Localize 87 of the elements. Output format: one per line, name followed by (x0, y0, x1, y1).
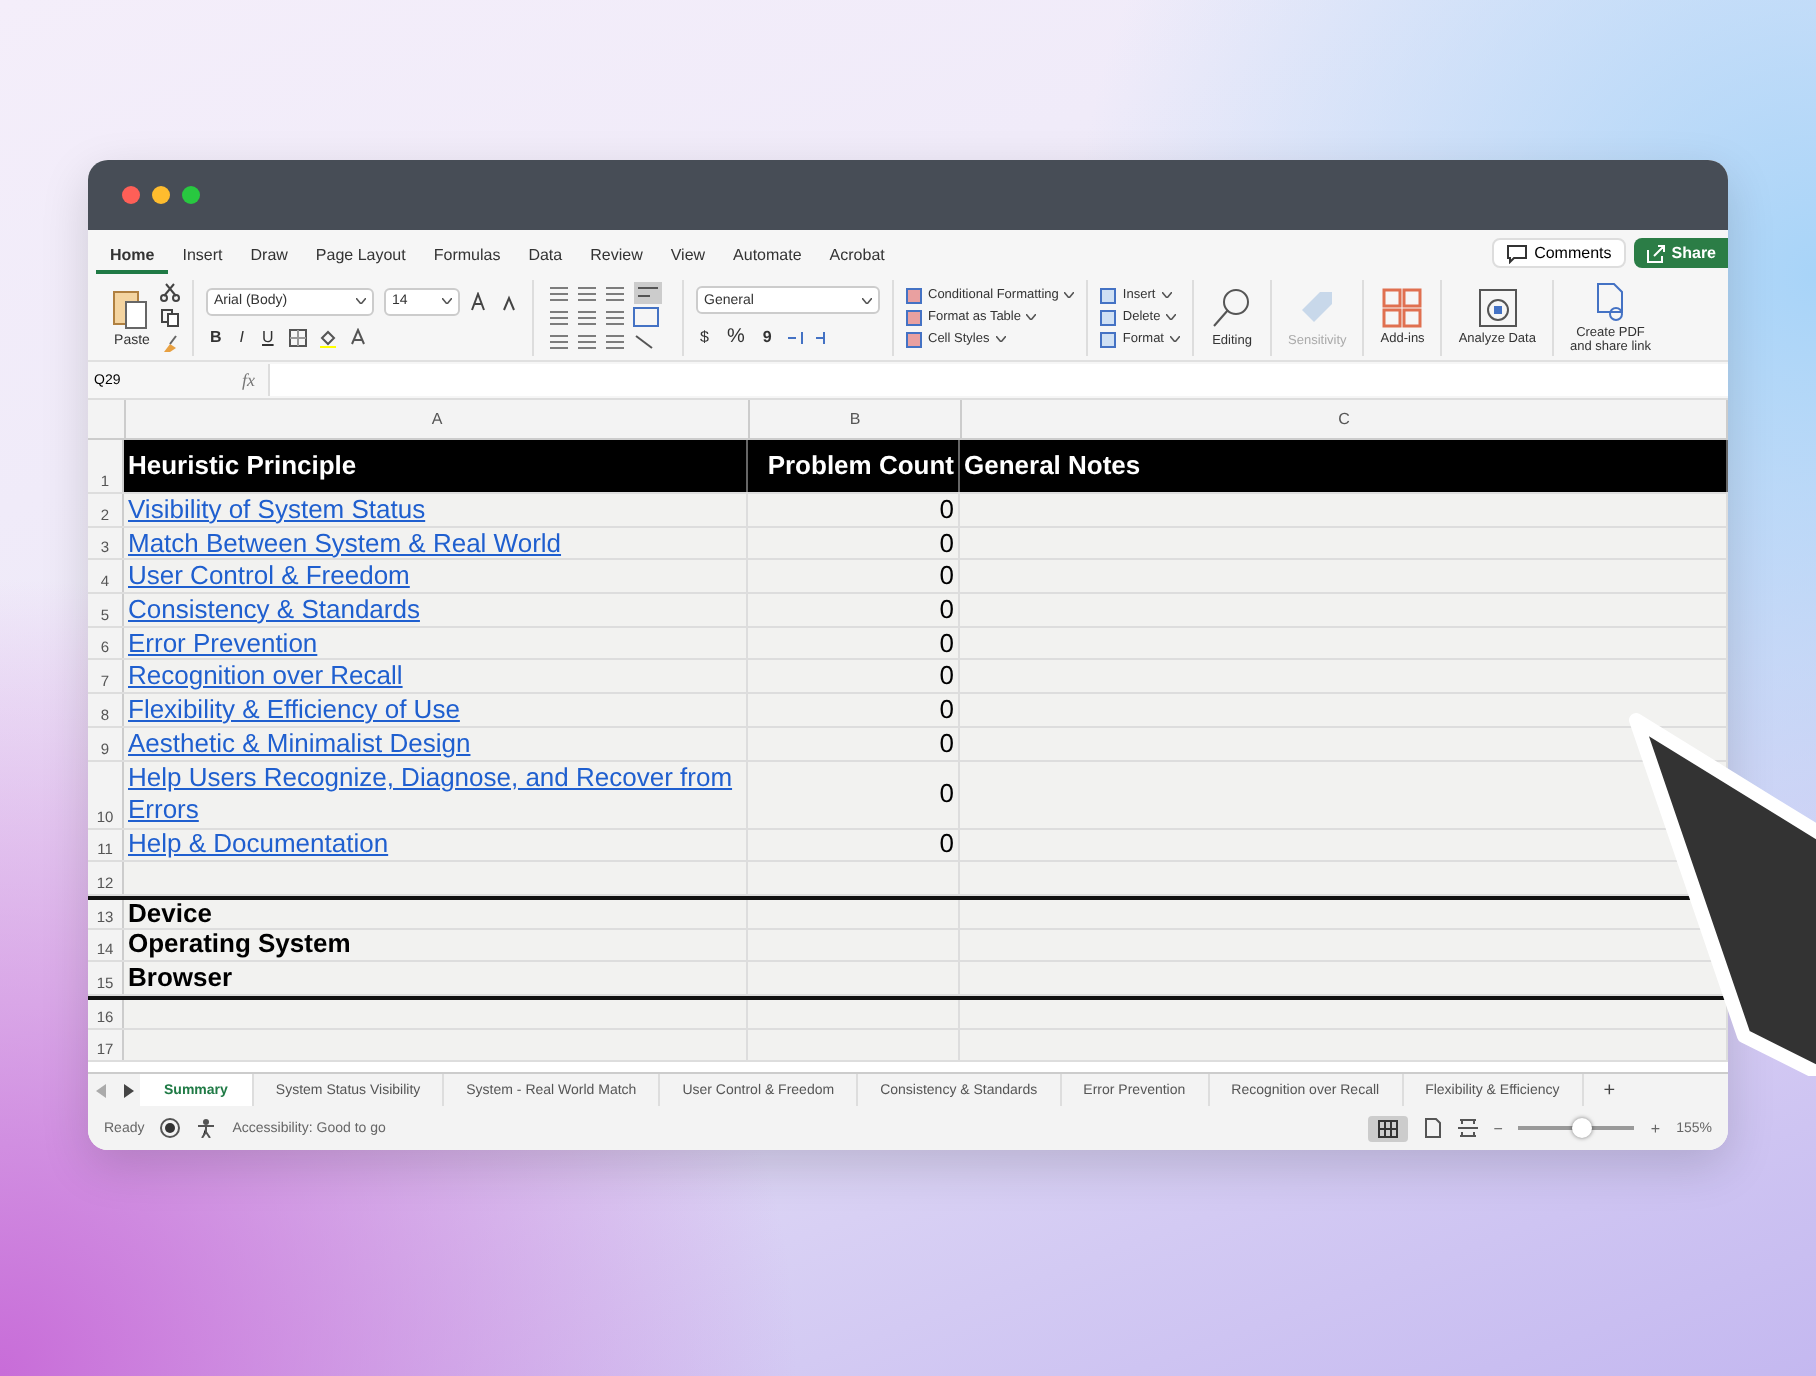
table-cell: 0 (748, 494, 960, 526)
hyperlink[interactable]: Visibility of System Status (128, 493, 426, 526)
zoom-in-button[interactable]: + (1650, 1119, 1661, 1137)
caret-icon (1064, 292, 1075, 298)
caret-icon (1170, 336, 1180, 342)
currency-button[interactable]: $ (696, 328, 713, 346)
caret-icon (995, 336, 1006, 342)
ribbon-tab[interactable]: Formulas (419, 246, 515, 274)
bold-button[interactable]: B (206, 328, 226, 346)
table-cell: Device (124, 899, 748, 928)
header-cell: General Notes (960, 440, 1728, 492)
add-sheet-button[interactable]: + (1583, 1079, 1636, 1101)
hyperlink[interactable]: User Control & Freedom (128, 560, 410, 593)
ribbon-tab[interactable]: Automate (719, 246, 816, 274)
next-sheet-icon[interactable] (122, 1083, 134, 1097)
percent-button[interactable]: % (722, 326, 749, 348)
borders-icon[interactable] (287, 327, 308, 347)
share-icon (1645, 243, 1666, 263)
pdf-link-icon (1592, 281, 1629, 321)
search-icon (1210, 286, 1254, 330)
table-cell: 0 (748, 627, 960, 659)
column-header[interactable]: B (750, 400, 962, 438)
table-cell: 0 (748, 727, 960, 759)
italic-button[interactable]: I (235, 328, 249, 346)
table-cell: 0 (748, 594, 960, 626)
table-cell: 0 (748, 829, 960, 861)
formula-input-field[interactable] (267, 364, 1728, 396)
normal-view-button[interactable] (1367, 1115, 1408, 1141)
hyperlink[interactable]: Flexibility & Efficiency of Use (128, 693, 460, 726)
ribbon-tab[interactable]: Home (96, 246, 169, 274)
table-cell: 0 (748, 560, 960, 593)
ribbon-tab[interactable]: View (656, 246, 720, 274)
table-cell: Operating System (124, 929, 748, 961)
ribbon-tab[interactable]: Review (576, 246, 657, 274)
hyperlink[interactable]: Recognition over Recall (128, 660, 403, 693)
table-cell: 0 (748, 660, 960, 693)
shrink-font-icon[interactable] (500, 291, 520, 311)
table-cell: 0 (748, 527, 960, 559)
copy-icon[interactable] (160, 307, 180, 327)
hyperlink[interactable]: Help & Documentation (128, 828, 389, 861)
page-icon[interactable] (1423, 1118, 1442, 1138)
table-cell: Browser (124, 962, 748, 994)
grid-icon (1377, 1119, 1398, 1137)
grow-font-icon[interactable] (470, 291, 490, 311)
zoom-slider-thumb[interactable] (1572, 1118, 1593, 1138)
fill-color-icon[interactable] (317, 327, 338, 347)
caret-icon (356, 298, 366, 304)
page-break-icon[interactable] (1457, 1118, 1478, 1138)
close-button[interactable] (122, 186, 140, 204)
clipboard-icon (112, 286, 152, 330)
header-cell: Heuristic Principle (124, 440, 748, 492)
underline-button[interactable]: U (258, 328, 278, 346)
hyperlink[interactable]: Consistency & Standards (128, 593, 420, 626)
caret-icon (1161, 292, 1172, 298)
chart-magnifier-icon (1477, 288, 1518, 328)
column-header[interactable]: A (126, 400, 750, 438)
ribbon-tab[interactable]: Page Layout (301, 246, 420, 274)
record-icon[interactable] (160, 1118, 181, 1138)
caret-icon (862, 297, 872, 303)
caret-icon (1166, 314, 1177, 320)
decimal-icons-drawing[interactable] (785, 327, 830, 347)
brush-icon[interactable] (160, 333, 180, 353)
table-cell: 0 (748, 761, 960, 827)
hyperlink[interactable]: Error Prevention (128, 627, 318, 660)
zoom-button[interactable] (182, 186, 200, 204)
ribbon-tab[interactable]: Draw (236, 246, 302, 274)
caret-icon (1026, 314, 1037, 320)
comments-button[interactable]: Comments (1492, 238, 1626, 268)
comment-icon (1506, 243, 1529, 263)
grid-icon (1382, 288, 1423, 328)
ribbon-tab[interactable]: Acrobat (815, 246, 899, 274)
insert-function-button[interactable]: fx (182, 370, 267, 390)
accessibility-icon[interactable] (196, 1118, 217, 1138)
ribbon-tab[interactable]: Insert (168, 246, 237, 274)
scissors-icon[interactable] (160, 281, 180, 301)
share-button[interactable]: Share (1633, 238, 1728, 268)
table-cell: 0 (748, 694, 960, 726)
minimize-button[interactable] (152, 186, 170, 204)
hyperlink[interactable]: Help Users Recognize, Diagnose, and Recover from Errors (128, 762, 742, 826)
ribbon-tab[interactable]: Data (514, 246, 577, 274)
column-header[interactable]: C (962, 400, 1728, 438)
caret-icon (442, 298, 452, 304)
hyperlink[interactable]: Match Between System & Real World (128, 527, 562, 560)
zoom-out-button[interactable]: − (1493, 1119, 1503, 1137)
comma-style-button[interactable]: 9 (758, 328, 776, 346)
hyperlink[interactable]: Aesthetic & Minimalist Design (128, 727, 471, 760)
font-color-icon[interactable] (347, 327, 368, 347)
